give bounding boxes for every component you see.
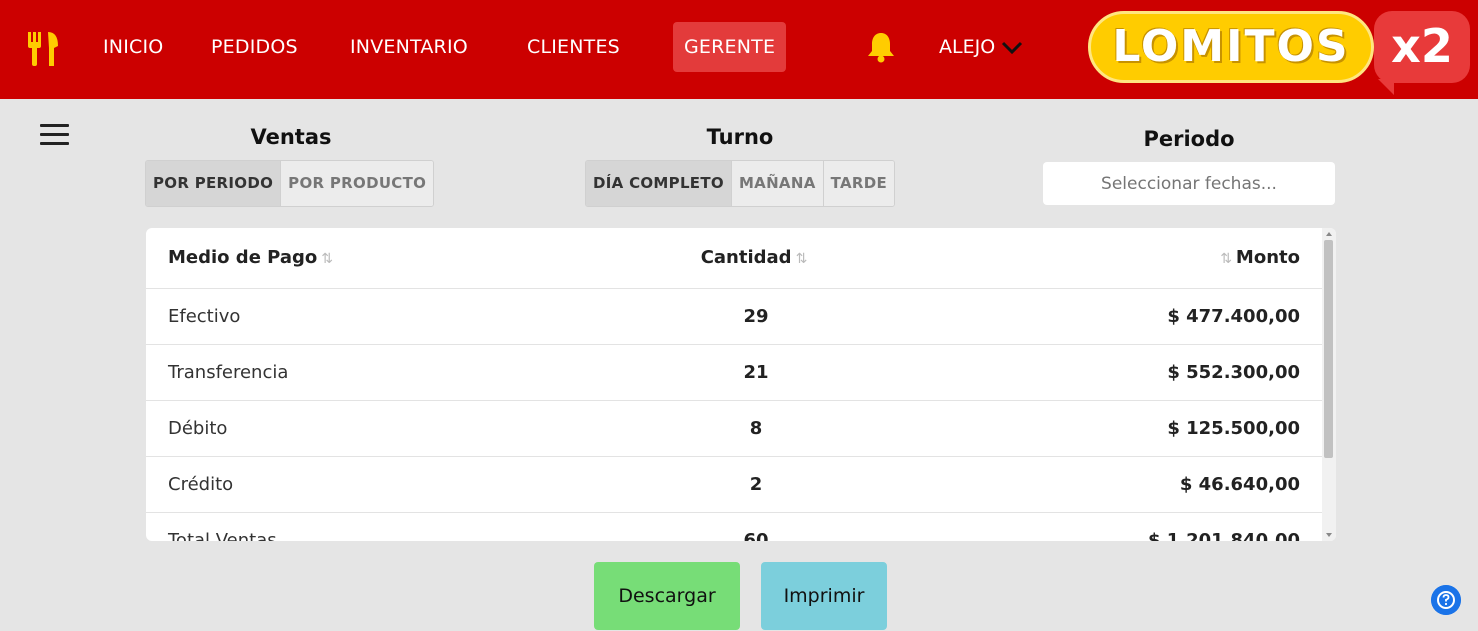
nav-gerente[interactable]: GERENTE (673, 22, 787, 72)
cell-cantidad: 21 (526, 344, 986, 401)
nav-clientes[interactable]: CLIENTES (527, 22, 620, 72)
column-label: Monto (1235, 247, 1300, 269)
help-circle-icon[interactable] (1431, 585, 1461, 615)
turno-title: Turno (706, 125, 774, 149)
turno-option-manana[interactable]: MAÑANA (731, 161, 824, 206)
sort-icon: ⇅ (1220, 251, 1232, 268)
table-row: Débito 8 $ 125.500,00 (146, 400, 1322, 457)
turno-option-tarde[interactable]: TARDE (823, 161, 895, 206)
column-label: Medio de Pago (168, 247, 318, 269)
cell-medio: Transferencia (146, 344, 526, 401)
cell-medio: Crédito (146, 456, 526, 513)
ventas-toggle: POR PERIODO POR PRODUCTO (145, 160, 435, 207)
cell-cantidad: 60 (526, 512, 986, 541)
scroll-thumb[interactable] (1324, 240, 1333, 458)
cell-cantidad: 29 (526, 288, 986, 345)
logo-badge: x2 (1374, 11, 1470, 95)
column-header-medio-de-pago[interactable]: Medio de Pago ⇅ (146, 228, 526, 289)
cell-monto: $ 46.640,00 (986, 456, 1322, 513)
sales-table: Medio de Pago ⇅ Cantidad ⇅ ⇅ Monto Efectivo… (146, 228, 1322, 541)
scroll-up-arrow-icon[interactable] (1326, 232, 1332, 236)
column-label: Cantidad (700, 247, 792, 269)
column-header-monto[interactable]: ⇅ Monto (986, 228, 1322, 289)
cell-monto: $ 477.400,00 (986, 288, 1322, 345)
download-button[interactable]: Descargar (594, 562, 740, 630)
brand-logo: LOMITOS (1088, 11, 1374, 83)
chevron-down-icon (1002, 41, 1023, 54)
top-navbar: INICIO PEDIDOS INVENTARIO CLIENTES GEREN… (0, 0, 1478, 99)
user-name: ALEJO (939, 36, 996, 58)
bell-icon[interactable] (866, 31, 896, 63)
ventas-option-por-periodo[interactable]: POR PERIODO (146, 161, 282, 206)
fork-knife-icon[interactable] (28, 30, 62, 68)
ventas-title: Ventas (250, 125, 332, 149)
cell-monto: $ 1.201.840,00 (986, 512, 1322, 541)
nav-inventario[interactable]: INVENTARIO (350, 22, 468, 72)
column-header-cantidad[interactable]: Cantidad ⇅ (526, 228, 986, 289)
hamburger-menu-icon[interactable] (40, 124, 69, 146)
cell-monto: $ 552.300,00 (986, 344, 1322, 401)
cell-medio: Total Ventas (146, 512, 526, 541)
table-scrollbar[interactable] (1322, 228, 1336, 541)
cell-medio: Efectivo (146, 288, 526, 345)
print-button[interactable]: Imprimir (761, 562, 887, 630)
logo-text: LOMITOS (1112, 21, 1350, 72)
logo-badge-text: x2 (1391, 19, 1453, 73)
nav-pedidos[interactable]: PEDIDOS (211, 22, 298, 72)
ventas-option-por-producto[interactable]: POR PRODUCTO (281, 161, 434, 206)
user-menu[interactable]: ALEJO (939, 22, 1023, 72)
date-range-input[interactable] (1043, 162, 1335, 205)
cell-monto: $ 125.500,00 (986, 400, 1322, 457)
turno-option-dia-completo[interactable]: DÍA COMPLETO (586, 161, 732, 206)
table-header-row: Medio de Pago ⇅ Cantidad ⇅ ⇅ Monto (146, 228, 1322, 289)
table-row: Crédito 2 $ 46.640,00 (146, 456, 1322, 513)
cell-cantidad: 8 (526, 400, 986, 457)
nav-inicio[interactable]: INICIO (103, 22, 163, 72)
sort-icon: ⇅ (321, 251, 334, 268)
turno-toggle: DÍA COMPLETO MAÑANA TARDE (585, 160, 896, 207)
scroll-down-arrow-icon[interactable] (1326, 533, 1332, 537)
cell-cantidad: 2 (526, 456, 986, 513)
cell-medio: Débito (146, 400, 526, 457)
table-row: Efectivo 29 $ 477.400,00 (146, 288, 1322, 345)
sort-icon: ⇅ (795, 251, 808, 268)
periodo-title: Periodo (1143, 127, 1235, 151)
sales-table-card: Medio de Pago ⇅ Cantidad ⇅ ⇅ Monto Efectivo… (146, 228, 1336, 541)
table-row-total: Total Ventas 60 $ 1.201.840,00 (146, 512, 1322, 541)
table-row: Transferencia 21 $ 552.300,00 (146, 344, 1322, 401)
